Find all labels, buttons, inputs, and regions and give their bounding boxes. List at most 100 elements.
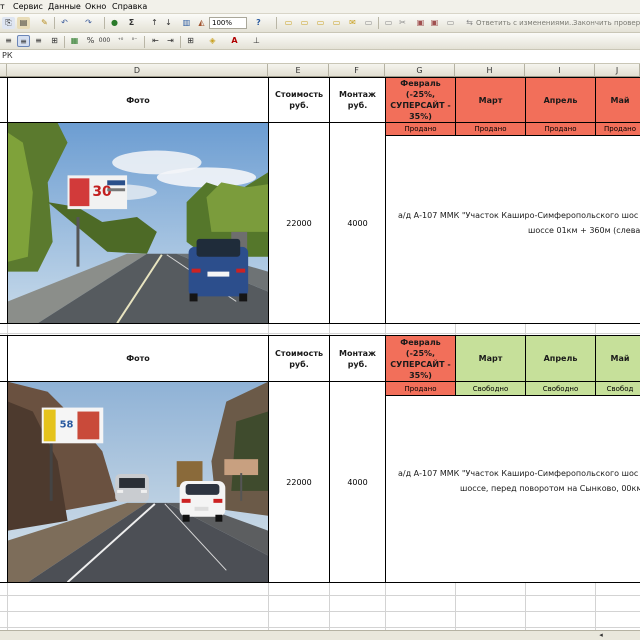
menu-item-format[interactable]: т <box>0 2 5 11</box>
install-cell[interactable]: 4000 <box>329 122 386 324</box>
column-header-H[interactable]: H <box>455 64 525 77</box>
menu-item-data[interactable]: Данные <box>48 2 81 11</box>
borders-icon[interactable]: ⊞ <box>184 35 197 47</box>
end-review-button[interactable]: Закончить провер <box>573 19 640 27</box>
paste-icon[interactable]: ▤ <box>17 17 30 29</box>
month-header-feb[interactable]: Февраль (-25%, СУПЕРСАЙТ - 35%) <box>385 77 456 123</box>
column-header-D[interactable]: D <box>7 64 268 77</box>
month-header-may[interactable]: Май <box>595 335 640 382</box>
chart-wizard-icon[interactable]: ▥ <box>180 17 193 29</box>
spreadsheet-grid: Фото Стоимость руб. Монтаж руб. Февраль … <box>0 77 640 630</box>
font-color-icon[interactable]: A <box>228 35 241 47</box>
review-icon[interactable]: ▭ <box>282 17 295 29</box>
photo-cell[interactable]: 58 <box>7 381 269 583</box>
fill-color-icon[interactable]: ◈ <box>206 35 219 47</box>
month-header-feb[interactable]: Февраль (-25%, СУПЕРСАЙТ - 35%) <box>385 335 456 382</box>
menu-item-service[interactable]: Сервис <box>13 2 43 11</box>
column-header-E[interactable]: E <box>268 64 329 77</box>
standard-toolbar: ⎘ ▤ ✎ ↶ ↷ ● Σ ↑ ↓ ▥ ◭ 100% ? ▭ ▭ ▭ ▭ ✉ ▭… <box>0 14 640 33</box>
status-cell-may[interactable]: Свобод <box>595 381 640 396</box>
column-header-I[interactable]: I <box>525 64 595 77</box>
hyperlink-icon[interactable]: ● <box>108 17 121 29</box>
help-icon[interactable]: ? <box>252 17 265 29</box>
toolbar-separator <box>276 17 277 29</box>
format-painter-icon[interactable]: ✎ <box>38 17 51 29</box>
review-icon[interactable]: ▣ <box>414 17 427 29</box>
review-icon[interactable]: ▭ <box>314 17 327 29</box>
menu-item-window[interactable]: Окно <box>85 2 106 11</box>
toolbar-separator <box>180 36 181 48</box>
price-header[interactable]: Стоимость руб. <box>268 77 330 123</box>
install-header[interactable]: Монтаж руб. <box>329 335 386 382</box>
copy-icon[interactable]: ⎘ <box>2 17 15 29</box>
decrease-indent-icon[interactable]: ⇤ <box>149 35 162 47</box>
align-center-icon[interactable]: ≡ <box>17 35 30 47</box>
gridline <box>0 611 640 612</box>
redo-icon[interactable]: ↷ <box>82 17 95 29</box>
percent-button[interactable]: % <box>84 35 97 47</box>
month-header-may[interactable]: Май <box>595 77 640 123</box>
menu-bar: т Сервис Данные Окно Справка <box>0 0 640 14</box>
toolbar-options-icon[interactable]: ⊥ <box>250 35 263 47</box>
address-line-2: шоссе 01км + 360м (слева), <box>528 226 640 235</box>
review-icon[interactable]: ✂ <box>396 17 409 29</box>
price-cell[interactable]: 22000 <box>268 122 330 324</box>
sort-ascending-icon[interactable]: ↑ <box>148 17 161 29</box>
review-icon[interactable]: ▭ <box>444 17 457 29</box>
horizontal-scrollbar[interactable]: ◂ <box>0 630 640 640</box>
formula-bar: РК <box>0 50 640 64</box>
drawing-icon[interactable]: ◭ <box>195 17 208 29</box>
increase-decimal-icon[interactable]: ⁺⁰ <box>114 35 127 47</box>
review-icon[interactable]: ✉ <box>346 17 359 29</box>
status-cell-may[interactable]: Продано <box>595 122 640 136</box>
align-left-icon[interactable]: ≡ <box>2 35 15 47</box>
column-header-G[interactable]: G <box>385 64 455 77</box>
thousands-button[interactable]: 000 <box>98 35 111 47</box>
status-cell-mar[interactable]: Свободно <box>455 381 526 396</box>
column-header-F[interactable]: F <box>329 64 385 77</box>
review-icon[interactable]: ▭ <box>382 17 395 29</box>
photo-header[interactable]: Фото <box>7 335 269 382</box>
column-header-J[interactable]: J <box>595 64 640 77</box>
review-icon[interactable]: ▭ <box>298 17 311 29</box>
zoom-select[interactable]: 100% <box>209 17 247 29</box>
menu-item-help[interactable]: Справка <box>112 2 147 11</box>
align-right-icon[interactable]: ≡ <box>32 35 45 47</box>
install-header[interactable]: Монтаж руб. <box>329 77 386 123</box>
svg-text:30: 30 <box>92 184 111 200</box>
status-cell-feb[interactable]: Продано <box>385 381 456 396</box>
currency-icon[interactable]: ▦ <box>68 35 81 47</box>
column-header-C[interactable] <box>0 64 7 77</box>
price-cell[interactable]: 22000 <box>268 381 330 583</box>
install-cell[interactable]: 4000 <box>329 381 386 583</box>
price-header[interactable]: Стоимость руб. <box>268 335 330 382</box>
gridline <box>0 333 640 334</box>
autosum-icon[interactable]: Σ <box>125 17 138 29</box>
photo-header[interactable]: Фото <box>7 77 269 123</box>
month-header-apr[interactable]: Апрель <box>525 335 596 382</box>
increase-indent-icon[interactable]: ⇥ <box>164 35 177 47</box>
month-header-mar[interactable]: Март <box>455 77 526 123</box>
undo-icon[interactable]: ↶ <box>58 17 71 29</box>
name-box[interactable]: РК <box>2 51 13 60</box>
month-header-mar[interactable]: Март <box>455 335 526 382</box>
review-icon[interactable]: ▭ <box>362 17 375 29</box>
sort-descending-icon[interactable]: ↓ <box>162 17 175 29</box>
toolbar-separator <box>54 17 55 29</box>
toolbar-separator <box>64 36 65 48</box>
status-cell-feb[interactable]: Продано <box>385 122 456 136</box>
toolbar-separator <box>144 36 145 48</box>
review-icon[interactable]: ▭ <box>330 17 343 29</box>
status-cell-apr[interactable]: Свободно <box>525 381 596 396</box>
month-header-apr[interactable]: Апрель <box>525 77 596 123</box>
status-cell-mar[interactable]: Продано <box>455 122 526 136</box>
decrease-decimal-icon[interactable]: ⁰⁻ <box>128 35 141 47</box>
merge-cells-icon[interactable]: ⊞ <box>48 35 61 47</box>
review-icon[interactable]: ▣ <box>428 17 441 29</box>
reply-with-changes-button[interactable]: Ответить с изменениями... <box>476 19 576 27</box>
photo-cell[interactable]: 30 <box>7 122 269 324</box>
address-line-1: а/д А-107 ММК "Участок Каширо-Симферопол… <box>398 469 639 478</box>
address-line-2: шоссе, перед поворотом на Сынково, 00км <box>460 484 640 493</box>
scroll-left-icon[interactable]: ◂ <box>596 631 606 640</box>
status-cell-apr[interactable]: Продано <box>525 122 596 136</box>
